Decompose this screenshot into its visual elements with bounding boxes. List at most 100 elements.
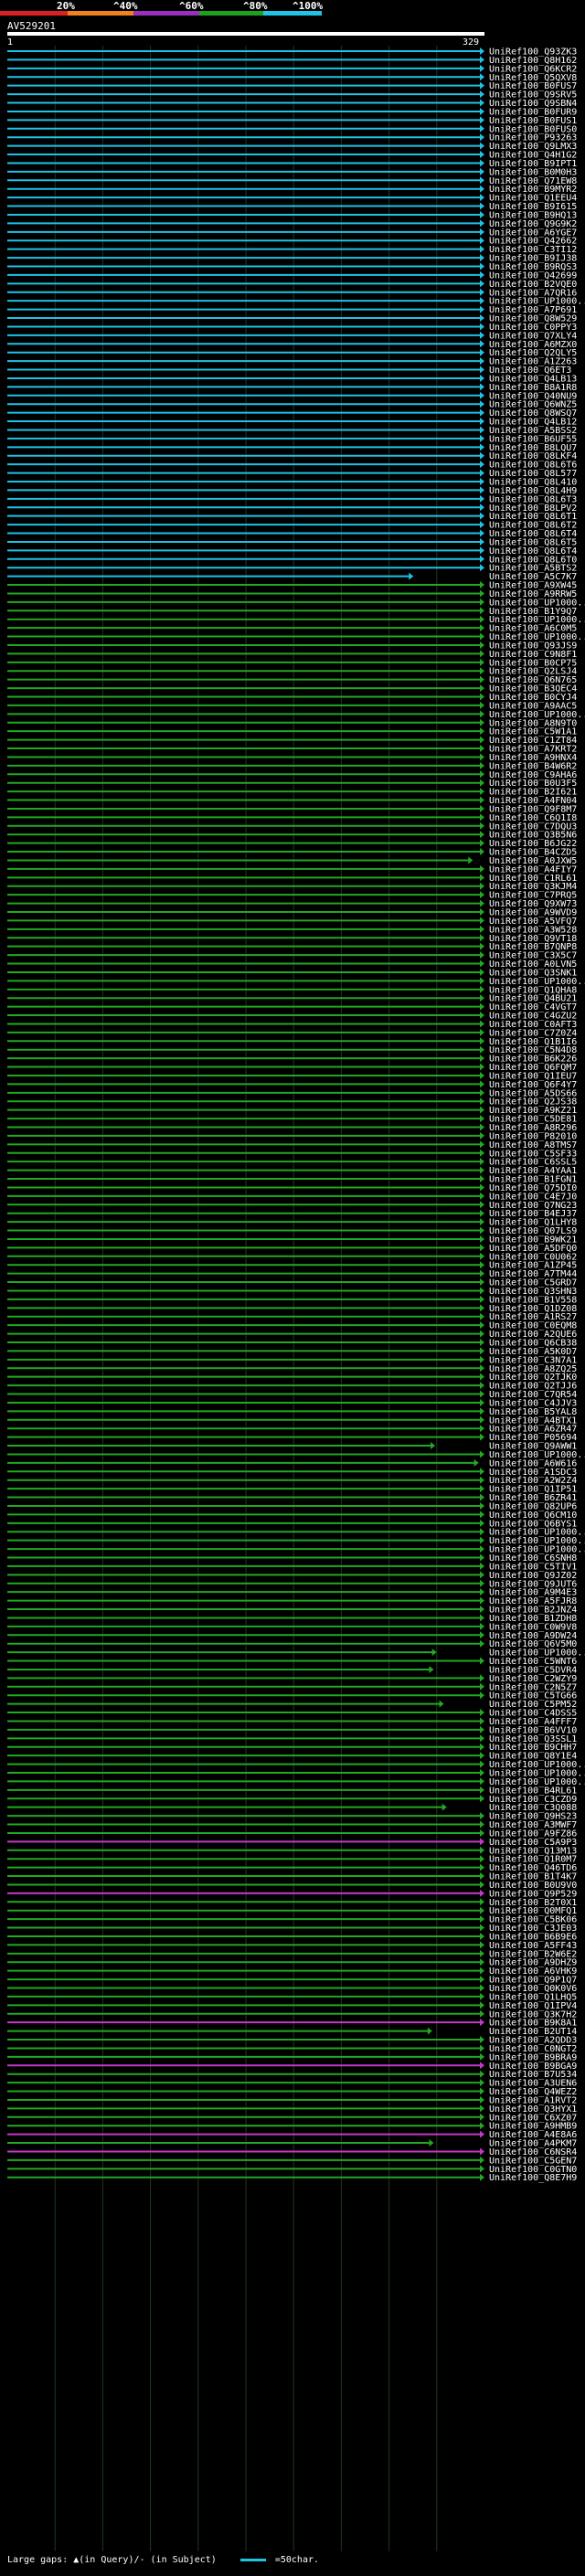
hit-arrow-icon	[480, 891, 484, 899]
hit-arrow-icon	[480, 632, 484, 641]
hit-arrow-icon	[480, 1037, 484, 1045]
hit-arrow-icon	[480, 1192, 484, 1200]
hit-arrow-icon	[480, 1932, 484, 1940]
hit-arrow-icon	[480, 1889, 484, 1897]
hit-arrow-icon	[480, 270, 484, 279]
hit-arrow-icon	[480, 537, 484, 546]
hit-arrow-icon	[480, 1545, 484, 1553]
hit-arrow-icon	[480, 1571, 484, 1579]
hit-arrow-icon	[480, 2156, 484, 2164]
hit-arrow-icon	[480, 1321, 484, 1330]
hit-arrow-icon	[480, 1055, 484, 1063]
hit-arrow-icon	[480, 2173, 484, 2181]
hit-arrow-icon	[480, 1450, 484, 1458]
hit-arrow-icon	[480, 1760, 484, 1768]
hit-arrow-icon	[480, 1717, 484, 1725]
hit-arrow-icon	[427, 2027, 432, 2035]
hit-arrow-icon	[480, 1838, 484, 1846]
hit-arrow-icon	[480, 2079, 484, 2087]
hit-arrow-icon	[480, 1493, 484, 1501]
hit-arrow-icon	[480, 2009, 484, 2018]
hit-arrow-icon	[480, 1149, 484, 1157]
hit-arrow-icon	[480, 1097, 484, 1106]
hit-arrow-icon	[480, 133, 484, 142]
hit-arrow-icon	[480, 142, 484, 150]
hit-arrow-icon	[480, 658, 484, 666]
hit-arrow-icon	[480, 1131, 484, 1140]
hit-arrow-icon	[480, 1906, 484, 1914]
hit-arrow-icon	[431, 1442, 436, 1450]
hit-arrow-icon	[480, 1579, 484, 1587]
hit-arrow-icon	[480, 1080, 484, 1088]
hit-arrow-icon	[480, 366, 484, 374]
hit-arrow-icon	[480, 2044, 484, 2052]
hit-arrow-icon	[480, 589, 484, 598]
hit-arrow-icon	[480, 1183, 484, 1192]
hit-arrow-icon	[480, 839, 484, 847]
hit-label[interactable]: UniRef100_Q8E7H9	[489, 2173, 577, 2183]
hit-arrow-icon	[480, 1347, 484, 1355]
hit-arrow-icon	[480, 461, 484, 469]
hit-arrow-icon	[480, 494, 484, 503]
hit-arrow-icon	[480, 1786, 484, 1794]
scale-line	[239, 2558, 266, 2561]
hit-arrow-icon	[480, 1390, 484, 1398]
hit-arrow-icon	[480, 314, 484, 323]
hit-arrow-icon	[480, 908, 484, 916]
hit-arrow-icon	[480, 1752, 484, 1760]
hit-arrow-icon	[480, 934, 484, 942]
hit-arrow-icon	[480, 1330, 484, 1338]
hit-arrow-icon	[480, 391, 484, 399]
hit-arrow-icon	[480, 1501, 484, 1510]
hit-arrow-icon	[480, 1769, 484, 1776]
hit-arrow-icon	[480, 443, 484, 451]
hit-arrow-icon	[480, 357, 484, 366]
hit-arrow-icon	[480, 2019, 484, 2027]
hit-arrow-icon	[480, 151, 484, 159]
hit-arrow-icon	[480, 1958, 484, 1966]
hit-arrow-icon	[480, 1166, 484, 1174]
hit-arrow-icon	[480, 650, 484, 658]
hit-arrow-icon	[480, 219, 484, 228]
hit-arrow-icon	[480, 1269, 484, 1277]
hit-arrow-icon	[480, 1355, 484, 1363]
hit-arrow-icon	[480, 684, 484, 693]
hit-arrow-icon	[480, 1252, 484, 1260]
hit-arrow-icon	[480, 882, 484, 890]
hit-arrow-icon	[480, 701, 484, 709]
hit-arrow-icon	[480, 1012, 484, 1020]
hit-arrow-icon	[480, 1734, 484, 1743]
hit-arrow-icon	[480, 1175, 484, 1183]
hit-arrow-icon	[480, 917, 484, 925]
hit-arrow-icon	[480, 1639, 484, 1648]
scale-text: =50char.	[274, 2555, 320, 2565]
hit-arrow-icon	[473, 1458, 479, 1467]
hit-arrow-icon	[480, 796, 484, 804]
hit-arrow-icon	[480, 2070, 484, 2078]
hit-arrow-icon	[480, 874, 484, 882]
hit-arrow-icon	[480, 521, 484, 529]
hit-arrow-icon	[480, 262, 484, 270]
hit-arrow-icon	[480, 1433, 484, 1441]
hit-arrow-icon	[480, 1425, 484, 1433]
hit-arrow-icon	[480, 667, 484, 675]
hit-arrow-icon	[480, 718, 484, 726]
hit-arrow-icon	[480, 2122, 484, 2130]
hit-arrow-icon	[480, 348, 484, 356]
hit-arrow-icon	[480, 1235, 484, 1243]
hit-arrow-icon	[480, 1002, 484, 1011]
hit-arrow-icon	[480, 504, 484, 512]
hit-arrow-icon	[480, 1829, 484, 1837]
hit-arrow-icon	[480, 788, 484, 796]
hit-arrow-icon	[480, 1115, 484, 1123]
hit-arrow-icon	[480, 2104, 484, 2113]
hit-arrow-icon	[480, 607, 484, 615]
hit-arrow-icon	[480, 323, 484, 331]
hit-arrow-icon	[480, 1244, 484, 1252]
hit-arrow-icon	[480, 1709, 484, 1717]
hit-arrow-icon	[480, 434, 484, 442]
hit-arrow-icon	[480, 615, 484, 623]
hit-arrow-icon	[439, 1700, 444, 1708]
hit-arrow-icon	[480, 1855, 484, 1863]
hit-arrow-icon	[480, 1071, 484, 1079]
